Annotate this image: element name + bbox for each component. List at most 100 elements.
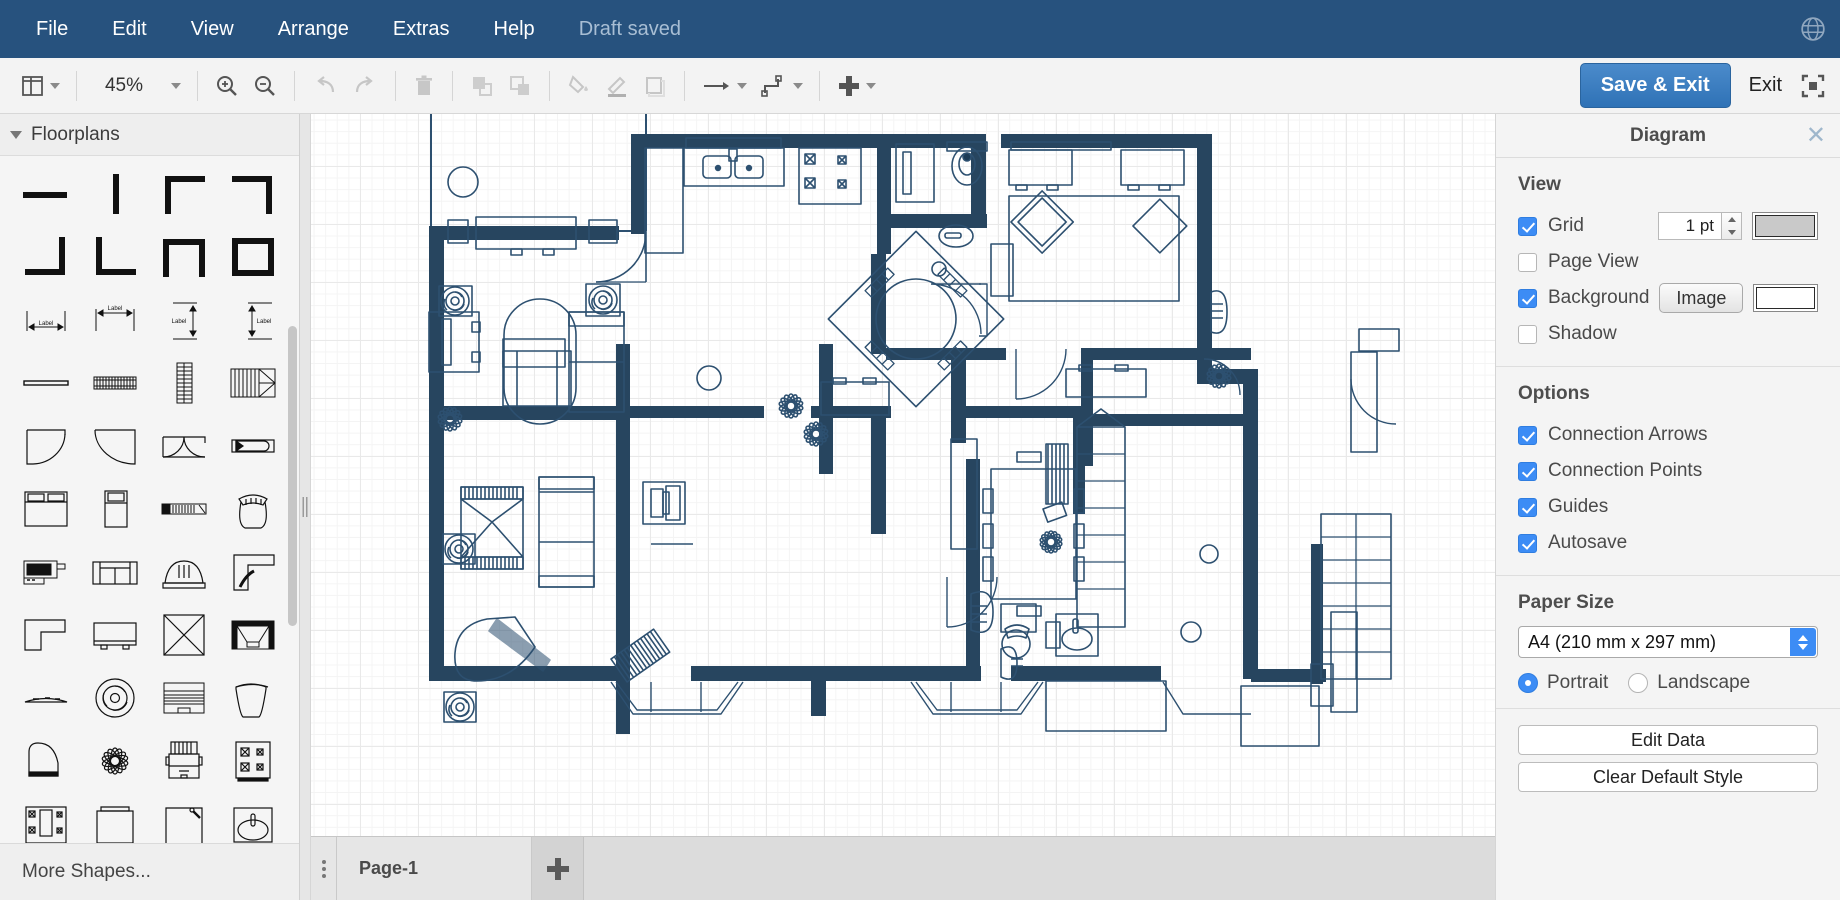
shape-dimension-left[interactable]: Label [150, 288, 219, 351]
guides-checkbox[interactable] [1518, 497, 1537, 517]
shape-chair-round[interactable] [218, 477, 287, 540]
palette-header-floorplans[interactable]: Floorplans [0, 114, 299, 156]
menu-item-extras[interactable]: Extras [371, 0, 472, 58]
landscape-radio[interactable] [1628, 673, 1649, 693]
background-image-button[interactable]: Image [1659, 283, 1744, 313]
shape-wall-corner-right[interactable] [218, 162, 287, 225]
shape-fan-ceiling[interactable] [81, 666, 150, 729]
exit-button[interactable]: Exit [1731, 74, 1800, 97]
sidebar-splitter-handle[interactable] [300, 114, 311, 900]
shape-stairs-tall[interactable] [150, 351, 219, 414]
grid-size-input[interactable]: 1 pt [1658, 212, 1722, 240]
menu-item-help[interactable]: Help [472, 0, 557, 58]
shape-door-double[interactable] [150, 414, 219, 477]
shadow-checkbox[interactable] [1518, 324, 1537, 344]
shape-sofa-two-seat[interactable] [81, 540, 150, 603]
shape-wall-corner-bottom-left[interactable] [12, 225, 81, 288]
grid-color-swatch[interactable] [1752, 212, 1818, 240]
clear-default-style-button[interactable]: Clear Default Style [1518, 762, 1818, 792]
menu-item-file[interactable]: File [14, 0, 90, 58]
shape-piano-upright[interactable] [150, 666, 219, 729]
shape-cabinet[interactable] [81, 792, 150, 843]
delete-button[interactable] [406, 66, 442, 106]
shape-sofa-long[interactable] [150, 477, 219, 540]
shape-wall-thin[interactable] [12, 351, 81, 414]
shape-stairs-winder[interactable] [218, 351, 287, 414]
shape-door-arc[interactable] [81, 414, 150, 477]
shape-desk-corner[interactable] [12, 603, 81, 666]
close-icon[interactable]: ✕ [1806, 123, 1826, 148]
shape-dimension-right[interactable]: Label [218, 288, 287, 351]
shape-kitchen-unit[interactable] [12, 792, 81, 843]
grid-size-stepper[interactable] [1722, 212, 1742, 240]
connection-points-checkbox[interactable] [1518, 461, 1537, 481]
connection-arrow-button[interactable] [695, 66, 753, 106]
shape-printer[interactable] [150, 729, 219, 792]
undo-button[interactable] [305, 66, 345, 106]
zoom-out-button[interactable] [246, 66, 284, 106]
send-to-back-button[interactable] [501, 66, 539, 106]
floorplan-drawing[interactable] [311, 114, 1495, 836]
shape-counter-corner[interactable] [218, 540, 287, 603]
menu-item-view[interactable]: View [169, 0, 256, 58]
shape-window-sliding[interactable] [218, 414, 287, 477]
shape-stove-top[interactable] [218, 729, 287, 792]
shape-style-button[interactable] [636, 66, 674, 106]
shape-door-quarter[interactable] [12, 414, 81, 477]
shape-bed-double[interactable] [12, 477, 81, 540]
paper-size-select[interactable]: A4 (210 mm x 297 mm) [1518, 626, 1818, 658]
page-view-checkbox[interactable] [1518, 252, 1537, 272]
shape-table-low[interactable] [12, 666, 81, 729]
shape-plant-flower[interactable] [81, 729, 150, 792]
portrait-radio[interactable] [1518, 673, 1538, 693]
background-color-swatch[interactable] [1753, 284, 1818, 312]
shape-chair-wide[interactable] [218, 666, 287, 729]
shape-dimension-bottom[interactable]: Label [12, 288, 81, 351]
fullscreen-icon[interactable] [1800, 73, 1826, 99]
shape-wall-corner-left[interactable] [150, 162, 219, 225]
shape-wall-u-shape[interactable] [150, 225, 219, 288]
shape-wall-vertical[interactable] [81, 162, 150, 225]
shape-table-square[interactable] [150, 603, 219, 666]
zoom-in-button[interactable] [208, 66, 246, 106]
line-color-button[interactable] [598, 66, 636, 106]
sidebar-scrollbar[interactable] [288, 326, 297, 626]
grid-checkbox[interactable] [1518, 216, 1537, 236]
page-menu-button[interactable] [311, 837, 337, 900]
waypoint-style-button[interactable] [753, 66, 809, 106]
zoom-level-button[interactable]: 45% [87, 66, 187, 106]
shape-armchair[interactable] [150, 540, 219, 603]
connection-arrows-checkbox[interactable] [1518, 425, 1537, 445]
background-checkbox[interactable] [1518, 288, 1537, 308]
add-page-button[interactable] [532, 837, 584, 900]
background-row: Background Image [1518, 280, 1818, 316]
diagram-canvas[interactable] [311, 114, 1495, 836]
shape-wall-corner-bottom-right[interactable] [81, 225, 150, 288]
fill-color-button[interactable] [560, 66, 598, 106]
redo-button[interactable] [345, 66, 385, 106]
edit-data-button[interactable]: Edit Data [1518, 725, 1818, 755]
shape-wall-horizontal[interactable] [12, 162, 81, 225]
more-shapes-button[interactable]: More Shapes... [0, 843, 299, 900]
shape-sink-corner[interactable] [150, 792, 219, 843]
format-panel-header: Diagram ✕ [1496, 114, 1840, 158]
globe-icon[interactable] [1800, 16, 1826, 42]
shape-sofa-sectional[interactable] [218, 603, 287, 666]
save-and-exit-button[interactable]: Save & Exit [1579, 63, 1731, 108]
shape-wall-room[interactable] [218, 225, 287, 288]
shape-bed-single[interactable] [81, 477, 150, 540]
shape-tv-stand[interactable] [12, 540, 81, 603]
page-tab-page-1[interactable]: Page-1 [337, 837, 532, 900]
shape-sink-basin[interactable] [218, 792, 287, 843]
menu-item-arrange[interactable]: Arrange [256, 0, 371, 58]
shape-tv-flat[interactable] [81, 603, 150, 666]
view-layout-button[interactable] [14, 66, 66, 106]
shape-palette-scroll[interactable]: Label Label Label Label [0, 156, 299, 843]
autosave-checkbox[interactable] [1518, 533, 1537, 553]
shape-stairs-small[interactable] [81, 351, 150, 414]
bring-to-front-button[interactable] [463, 66, 501, 106]
menu-item-edit[interactable]: Edit [90, 0, 168, 58]
insert-button[interactable] [830, 66, 882, 106]
shape-dimension-top[interactable]: Label [81, 288, 150, 351]
shape-piano-grand[interactable] [12, 729, 81, 792]
